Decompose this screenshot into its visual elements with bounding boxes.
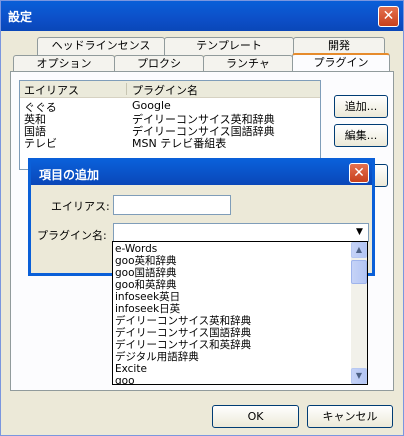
tab-template[interactable]: テンプレート [164, 37, 294, 55]
dialog-title: 項目の追加 [39, 168, 100, 182]
settings-window: 設定 ✕ ヘッドラインセンス テンプレート 開発 オプション プロクシ ランチャ… [0, 0, 404, 436]
plugin-name-label: プラグイン名: [37, 229, 107, 242]
row-alias[interactable]: テレビ [24, 135, 57, 151]
tab-plugins[interactable]: プラグイン [292, 53, 390, 73]
list-item[interactable]: e-Words [115, 243, 157, 255]
list-item[interactable]: goo国語辞典 [115, 267, 177, 279]
add-button[interactable]: 追加... [334, 95, 388, 118]
tab-headline-sense[interactable]: ヘッドラインセンス [37, 37, 165, 55]
list-header: エイリアス プラグイン名 [20, 81, 320, 98]
list-item[interactable]: デイリーコンサイス国語辞典 [115, 327, 251, 339]
list-item[interactable]: infoseek英日 [115, 291, 180, 303]
dialog-title-bar[interactable]: 項目の追加 ✕ [31, 161, 372, 185]
column-alias[interactable]: エイリアス [24, 82, 79, 98]
dialog-close-icon[interactable]: ✕ [349, 163, 369, 183]
chevron-down-icon[interactable]: ▼ [352, 225, 367, 240]
alias-input[interactable] [113, 195, 231, 215]
list-item[interactable]: infoseek日英 [115, 303, 180, 315]
plugin-list[interactable]: エイリアス プラグイン名 ぐぐる Google 英和 デイリーコンサイス英和辞典… [19, 80, 321, 170]
list-item[interactable]: デジタル用語辞典 [115, 351, 199, 363]
dropdown-scrollbar[interactable]: ▲ ▼ [351, 242, 367, 384]
list-item[interactable]: デイリーコンサイス和英辞典 [115, 339, 251, 351]
scroll-down-icon[interactable]: ▼ [351, 368, 367, 384]
scroll-thumb[interactable] [351, 260, 367, 284]
list-item[interactable]: Excite [115, 363, 147, 375]
plugin-dropdown-list[interactable]: e-Words goo英和辞典 goo国語辞典 goo和英辞典 infoseek… [112, 241, 368, 385]
cancel-button[interactable]: キャンセル [307, 405, 393, 428]
window-title: 設定 [8, 10, 33, 24]
list-item[interactable]: goo英和辞典 [115, 255, 177, 267]
list-item[interactable]: goo和英辞典 [115, 279, 177, 291]
plugin-name-select[interactable]: ▼ [113, 223, 369, 242]
alias-label: エイリアス: [51, 200, 110, 213]
close-icon[interactable]: ✕ [378, 6, 399, 27]
ok-button[interactable]: OK [212, 405, 299, 428]
scroll-up-icon[interactable]: ▲ [351, 242, 367, 258]
title-bar[interactable]: 設定 ✕ [1, 1, 403, 31]
list-item[interactable]: デイリーコンサイス英和辞典 [115, 315, 251, 327]
edit-button[interactable]: 編集... [334, 124, 388, 147]
row-plugin[interactable]: MSN テレビ番組表 [132, 135, 226, 151]
column-plugin-name[interactable]: プラグイン名 [132, 82, 198, 98]
list-item[interactable]: goo [115, 375, 135, 384]
